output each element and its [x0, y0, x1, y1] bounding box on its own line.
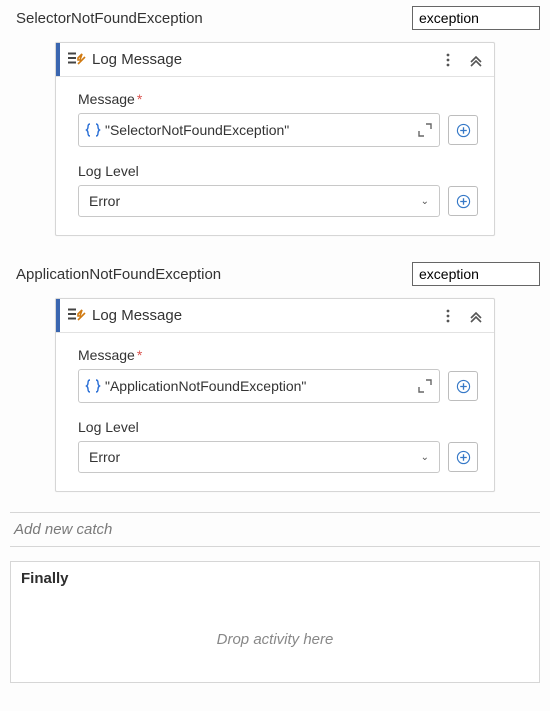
expand-editor-icon[interactable] — [417, 122, 433, 138]
loglevel-value: Error — [89, 193, 120, 209]
message-input[interactable]: "SelectorNotFoundException" — [78, 113, 440, 147]
expand-editor-icon[interactable] — [417, 378, 433, 394]
add-argument-button[interactable] — [448, 442, 478, 472]
log-message-activity[interactable]: Log Message Message* "Applica — [55, 298, 495, 492]
activity-header[interactable]: Log Message — [56, 299, 494, 333]
add-argument-button[interactable] — [448, 115, 478, 145]
activity-title: Log Message — [92, 307, 440, 324]
more-menu-icon[interactable] — [440, 308, 456, 324]
catch-header[interactable]: SelectorNotFoundException — [10, 0, 540, 42]
message-value: "ApplicationNotFoundException" — [101, 378, 417, 394]
loglevel-label: Log Level — [78, 419, 478, 435]
loglevel-select[interactable]: Error ⌄ — [78, 185, 440, 217]
finally-block: Finally Drop activity here — [10, 561, 540, 683]
message-value: "SelectorNotFoundException" — [101, 122, 417, 138]
finally-title[interactable]: Finally — [11, 562, 539, 587]
catch-exception-name: SelectorNotFoundException — [16, 10, 203, 27]
loglevel-label: Log Level — [78, 163, 478, 179]
more-menu-icon[interactable] — [440, 52, 456, 68]
chevron-down-icon: ⌄ — [421, 196, 429, 207]
message-label: Message* — [78, 347, 478, 363]
catch-exception-name: ApplicationNotFoundException — [16, 266, 221, 283]
activity-header[interactable]: Log Message — [56, 43, 494, 77]
catch-variable-input[interactable] — [412, 6, 540, 30]
add-argument-button[interactable] — [448, 371, 478, 401]
catch-header[interactable]: ApplicationNotFoundException — [10, 256, 540, 298]
catch-block: SelectorNotFoundException Log Message Me… — [10, 0, 540, 236]
loglevel-value: Error — [89, 449, 120, 465]
add-argument-button[interactable] — [448, 186, 478, 216]
catch-variable-input[interactable] — [412, 262, 540, 286]
catch-block: ApplicationNotFoundException Log Message… — [10, 256, 540, 492]
loglevel-select[interactable]: Error ⌄ — [78, 441, 440, 473]
activity-title: Log Message — [92, 51, 440, 68]
drop-activity-zone[interactable]: Drop activity here — [11, 587, 539, 678]
braces-icon — [85, 378, 101, 394]
chevron-down-icon: ⌄ — [421, 452, 429, 463]
logmessage-icon — [68, 307, 86, 325]
collapse-icon[interactable] — [468, 52, 484, 68]
add-new-catch-button[interactable]: Add new catch — [10, 512, 540, 547]
collapse-icon[interactable] — [468, 308, 484, 324]
log-message-activity[interactable]: Log Message Message* "Selecto — [55, 42, 495, 236]
logmessage-icon — [68, 51, 86, 69]
braces-icon — [85, 122, 101, 138]
message-label: Message* — [78, 91, 478, 107]
message-input[interactable]: "ApplicationNotFoundException" — [78, 369, 440, 403]
